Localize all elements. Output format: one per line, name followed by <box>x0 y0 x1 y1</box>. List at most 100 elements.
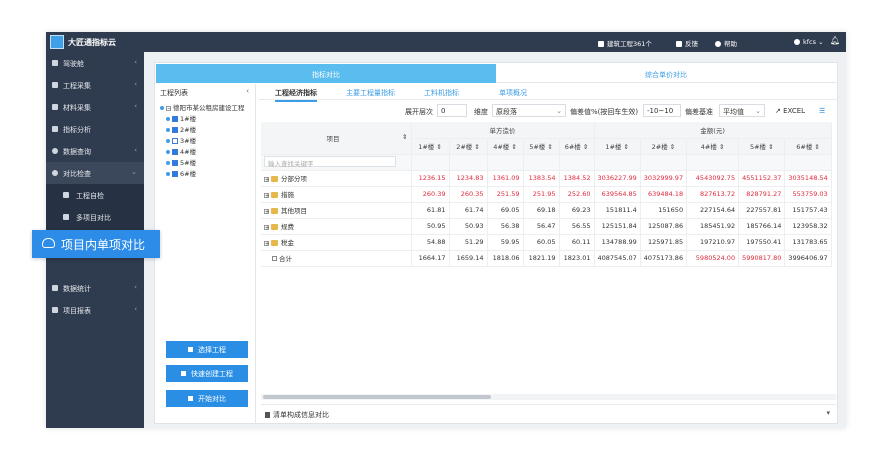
project-count-link[interactable]: 建筑工程361个 <box>598 38 652 48</box>
tree-item-building-6[interactable]: 6#楼 <box>166 168 196 178</box>
table-row[interactable]: + 措施 260.39 260.35 251.59 251.95 252.60 639564.… <box>261 186 832 203</box>
sidebar-item-single-item-compare[interactable]: 项目内单项对比 <box>32 230 160 258</box>
table-row[interactable]: 合计 1664.17 1659.14 1818.06 1821.19 1823.01 408… <box>261 250 832 267</box>
table-row[interactable]: + 税金 54.88 51.29 59.95 60.05 60.11 134788.99 125… <box>261 234 832 251</box>
amount-cell: 185766.14 <box>738 218 786 235</box>
list-view-icon[interactable]: ☰ <box>819 107 825 115</box>
tree-item-building-1[interactable]: 1#楼 <box>166 113 196 123</box>
header-unit-building-1[interactable]: 1#楼 ⇕ <box>411 138 450 155</box>
sidebar-item-index-analysis[interactable]: 指标分析 <box>46 118 144 140</box>
folder-icon <box>271 224 278 230</box>
header-amount-building-6[interactable]: 6#楼 ⇕ <box>784 138 832 155</box>
dimension-select[interactable]: 原段落 ⌄ <box>492 104 566 117</box>
grid-icon <box>598 41 604 47</box>
building-6-checkbox[interactable] <box>172 171 178 177</box>
quick-create-button[interactable]: 快速创建工程 <box>166 365 248 382</box>
amount-cell: 4087545.07 <box>594 250 641 267</box>
tree-item-building-3[interactable]: 3#楼 <box>166 135 196 145</box>
deviation-base-select[interactable]: 平均值 ⌄ <box>719 104 765 117</box>
tree-node-icon <box>166 139 170 143</box>
unit-price-cell: 251.59 <box>487 186 524 203</box>
user-menu[interactable]: kfcs ⌄ <box>794 38 824 46</box>
amount-cell: 639564.85 <box>594 186 641 203</box>
expand-icon[interactable]: + <box>264 193 269 199</box>
header-unit-building-2[interactable]: 2#楼 ⇕ <box>449 138 488 155</box>
tab-single-overview[interactable]: 单项概况 <box>499 88 527 98</box>
expand-icon[interactable]: + <box>264 177 269 183</box>
amount-cell: 125087.86 <box>640 218 688 235</box>
building-4-checkbox[interactable] <box>172 149 178 155</box>
table-row[interactable]: + 其他项目 61.81 61.74 69.05 69.18 69.23 151811.4 15… <box>261 202 832 219</box>
tree-item-building-2[interactable]: 2#楼 <box>166 124 196 134</box>
excel-export-button[interactable]: ↗ EXCEL <box>775 107 805 115</box>
select-project-button[interactable]: 选择工程 <box>166 341 248 358</box>
unit-price-cell: 50.95 <box>411 218 450 235</box>
horizontal-scrollbar[interactable] <box>261 394 836 400</box>
header-unit-building-6[interactable]: 6#楼 ⇕ <box>559 138 595 155</box>
tree-item-building-5[interactable]: 5#楼 <box>166 157 196 167</box>
table-row[interactable]: + 分部分项 1236.15 1234.83 1361.09 1383.54 1384.52… <box>261 170 832 187</box>
logo-icon <box>50 35 64 49</box>
tree-node-icon <box>160 106 164 110</box>
sidebar-item-dashboard[interactable]: 驾驶舱 ‹ <box>46 52 144 74</box>
sidebar-item-data-query[interactable]: 数据查询 ‹ <box>46 140 144 162</box>
sidebar-item-self-check[interactable]: 工程自检 <box>46 184 144 206</box>
dimension-label: 维度 <box>474 108 488 116</box>
expand-icon[interactable]: + <box>264 209 269 215</box>
chevron-down-icon[interactable]: ▾ <box>826 409 830 417</box>
sidebar-item-project-report[interactable]: 项目报表 ‹ <box>46 299 144 321</box>
amount-cell: 3035148.54 <box>784 170 832 187</box>
building-3-checkbox[interactable] <box>172 138 178 144</box>
bottom-bar[interactable]: 清单构成信息对比 ▾ <box>261 404 836 420</box>
expand-level-input[interactable]: 0 <box>437 104 467 117</box>
building-5-checkbox[interactable] <box>172 160 178 166</box>
amount-cell: 197210.97 <box>686 234 740 251</box>
unit-price-cell: 56.55 <box>559 218 595 235</box>
tree-item-building-4[interactable]: 4#楼 <box>166 146 196 156</box>
sidebar-item-data-stats[interactable]: 数据统计 ‹ <box>46 277 144 299</box>
header-amount-building-1[interactable]: 1#楼 ⇕ <box>594 138 641 155</box>
expand-icon[interactable]: + <box>264 241 269 247</box>
header-amount-building-5[interactable]: 5#楼 ⇕ <box>738 138 786 155</box>
bell-icon[interactable]: 🔔︎ <box>830 36 840 45</box>
unit-price-cell: 1234.83 <box>449 170 488 187</box>
document-icon <box>272 256 277 261</box>
search-input[interactable]: 输入查找关键字 <box>264 156 396 168</box>
collapse-panel-button[interactable]: ‹ <box>246 87 249 95</box>
expand-icon[interactable]: + <box>264 225 269 231</box>
help-link[interactable]: 帮助 <box>715 38 737 48</box>
building-2-checkbox[interactable] <box>172 127 178 133</box>
collapse-icon[interactable]: − <box>166 106 171 112</box>
project-list-panel: 工程列表 ‹ − 德阳市某公租房建设工程 1#楼 2#楼 3#楼 4#楼 5#楼 … <box>156 84 256 424</box>
sidebar-item-project-collect[interactable]: 工程采集 ‹ <box>46 74 144 96</box>
tree-node-icon <box>166 172 170 176</box>
sidebar-item-multi-compare[interactable]: 多项目对比 <box>46 206 144 228</box>
tree-root[interactable]: − 德阳市某公租房建设工程 <box>160 102 245 112</box>
header-item[interactable]: 项目 ⇕ <box>261 122 412 155</box>
header-amount-building-4[interactable]: 4#楼 ⇕ <box>686 138 740 155</box>
unit-price-cell: 1236.15 <box>411 170 450 187</box>
amount-cell: 151757.43 <box>784 202 832 219</box>
sidebar-item-material-collect[interactable]: 材料采集 ‹ <box>46 96 144 118</box>
tab-material-index[interactable]: 工料机指标 <box>424 88 459 98</box>
tree-node-icon <box>166 117 170 121</box>
building-1-checkbox[interactable] <box>172 116 178 122</box>
search-cell: 输入查找关键字 <box>261 154 412 171</box>
header-unit-building-5[interactable]: 5#楼 ⇕ <box>523 138 560 155</box>
header-amount-building-2[interactable]: 2#楼 ⇕ <box>640 138 688 155</box>
tab-economic-index[interactable]: 工程经济指标 <box>275 88 317 102</box>
unit-price-cell: 252.60 <box>559 186 595 203</box>
tab-quantity-index[interactable]: 主要工程量指标 <box>346 88 395 98</box>
table-row[interactable]: + 规费 50.95 50.93 56.38 56.47 56.55 125151.84 125… <box>261 218 832 235</box>
unit-price-cell: 50.93 <box>449 218 488 235</box>
sidebar-item-compare-check[interactable]: 对比检查 ⌄ <box>46 162 144 184</box>
deviation-input[interactable]: -10~10 <box>643 104 681 117</box>
tab-index-compare[interactable]: 指标对比 <box>156 64 496 83</box>
unit-price-cell: 1361.09 <box>487 170 524 187</box>
scrollbar-thumb[interactable] <box>263 395 491 399</box>
row-name: + 规费 <box>261 218 412 235</box>
feedback-link[interactable]: 反馈 <box>676 38 698 48</box>
tab-unit-price-compare[interactable]: 综合单价对比 <box>496 64 836 83</box>
start-compare-button[interactable]: 开始对比 <box>166 390 248 407</box>
header-unit-building-4[interactable]: 4#楼 ⇕ <box>487 138 524 155</box>
